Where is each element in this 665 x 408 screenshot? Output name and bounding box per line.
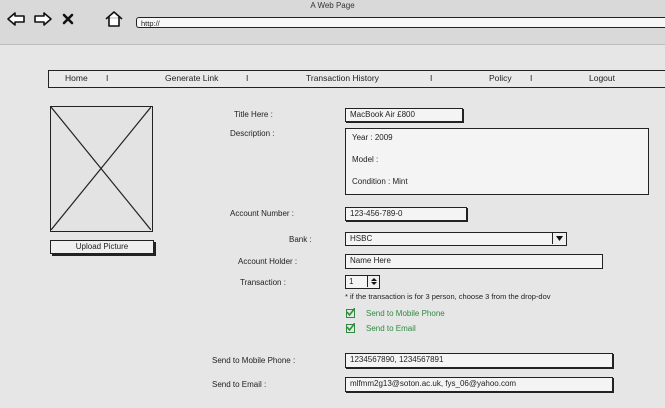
- menu-separator: I: [246, 73, 249, 83]
- check-icon: [346, 308, 355, 317]
- send-mobile-checkbox[interactable]: [346, 308, 355, 318]
- send-mobile-label: Send to Mobile Phone :: [212, 356, 296, 365]
- bank-select[interactable]: HSBC: [345, 232, 567, 246]
- send-email-checkbox[interactable]: [346, 323, 355, 333]
- description-line: Year : 2009: [352, 133, 393, 142]
- send-mobile-checkbox-label: Send to Mobile Phone: [366, 309, 445, 318]
- close-icon[interactable]: [58, 10, 78, 28]
- menu-separator: I: [530, 73, 533, 83]
- description-textarea[interactable]: Year : 2009 Model : Condition : Mint: [345, 128, 649, 195]
- window-title: A Web Page: [310, 1, 355, 10]
- menu-separator: I: [106, 73, 109, 83]
- account-holder-label: Account Holder :: [238, 257, 298, 266]
- description-label: Description :: [230, 129, 275, 138]
- menu-item-transaction-history[interactable]: Transaction History: [306, 73, 379, 83]
- send-email-input[interactable]: mlfmm2g13@soton.ac.uk, fys_06@yahoo.com: [345, 377, 613, 392]
- check-icon: [346, 323, 355, 332]
- menu-item-generate-link[interactable]: Generate Link: [165, 73, 218, 83]
- image-placeholder: [50, 106, 153, 232]
- back-arrow-icon[interactable]: [6, 10, 26, 28]
- send-mobile-input[interactable]: 1234567890, 1234567891: [345, 353, 613, 368]
- description-line: Condition : Mint: [352, 177, 408, 186]
- menu-item-home[interactable]: Home: [65, 73, 88, 83]
- home-icon[interactable]: [104, 10, 124, 28]
- account-number-input[interactable]: 123-456-789-0: [345, 207, 467, 221]
- chevron-down-icon[interactable]: [552, 233, 566, 244]
- account-holder-input[interactable]: Name Here: [345, 254, 603, 269]
- menu-separator: I: [430, 73, 433, 83]
- send-email-checkbox-label: Send to Email: [366, 324, 416, 333]
- forward-arrow-icon[interactable]: [33, 10, 53, 28]
- description-line: Model :: [352, 155, 379, 164]
- transaction-value: 1: [349, 277, 354, 286]
- spinner-arrows-icon[interactable]: [367, 276, 379, 287]
- menu-item-policy[interactable]: Policy: [489, 73, 512, 83]
- bank-label: Bank :: [289, 235, 312, 244]
- title-label: Title Here :: [234, 110, 273, 119]
- url-input[interactable]: http://: [136, 17, 665, 28]
- bank-select-value: HSBC: [350, 234, 373, 243]
- transaction-note: * if the transaction is for 3 person, ch…: [345, 292, 551, 301]
- upload-picture-button[interactable]: Upload Picture: [50, 240, 154, 254]
- transaction-label: Transaction :: [240, 278, 286, 287]
- transaction-stepper[interactable]: 1: [345, 275, 380, 289]
- title-input[interactable]: MacBook Air £800: [345, 108, 463, 122]
- menu-item-logout[interactable]: Logout: [589, 73, 615, 83]
- account-number-label: Account Number :: [230, 209, 295, 218]
- send-email-label: Send to Email :: [212, 380, 267, 389]
